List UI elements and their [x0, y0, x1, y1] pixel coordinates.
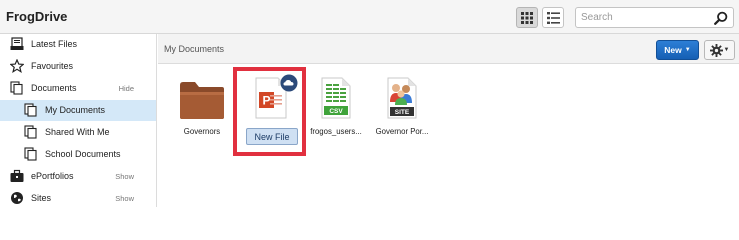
search-input[interactable] [581, 10, 711, 25]
grid-icon [521, 11, 533, 24]
sidebar-item-favourites[interactable]: Favourites [0, 56, 156, 77]
star-icon [10, 59, 24, 73]
globe-icon [11, 192, 23, 204]
sidebar-item-my-documents[interactable]: My Documents [0, 100, 156, 121]
sidebar-item-label: My Documents [45, 105, 106, 115]
list-view-button[interactable] [542, 7, 564, 28]
site-file-icon: SITE [387, 77, 417, 119]
show-sites-link[interactable]: Show [115, 194, 134, 203]
chevron-down-icon: ▼ [684, 47, 691, 53]
app-title: FrogDrive [6, 9, 68, 24]
briefcase-icon [10, 169, 24, 182]
folder-icon [180, 82, 224, 119]
new-button-label: New [664, 45, 682, 55]
file-tile-label: Governors [183, 127, 221, 136]
hide-documents-link[interactable]: Hide [119, 84, 134, 93]
chevron-down-icon: ▼ [723, 47, 730, 53]
list-icon [546, 11, 560, 24]
sidebar-item-label: Latest Files [31, 39, 78, 49]
highlight-box [233, 67, 306, 156]
file-tile-governors[interactable]: Governors [167, 64, 237, 156]
file-tile-label: frogos_users... [310, 127, 362, 136]
sidebar-item-school-documents[interactable]: School Documents [0, 144, 156, 165]
documents-icon [10, 81, 23, 95]
csv-badge: CSV [329, 108, 343, 115]
sidebar-item-label: ePortfolios [31, 171, 74, 181]
file-tile-label: Governor Por... [375, 127, 429, 136]
new-button[interactable]: New ▼ [656, 40, 699, 60]
sidebar-item-label: Favourites [31, 61, 74, 71]
document-icon [24, 103, 37, 117]
search-icon[interactable] [714, 11, 728, 25]
sidebar-item-latest-files[interactable]: Latest Files [0, 34, 156, 55]
document-icon [24, 125, 37, 139]
sidebar-item-sites[interactable]: Sites Show [0, 188, 156, 209]
latest-files-icon [10, 37, 24, 50]
location-toolbar: My Documents New ▼ ▼ [158, 34, 739, 64]
sidebar-item-eportfolios[interactable]: ePortfolios Show [0, 166, 156, 187]
gear-icon [709, 43, 723, 57]
settings-menu-button[interactable]: ▼ [704, 40, 735, 60]
search-box[interactable] [575, 7, 734, 28]
grid-view-button[interactable] [516, 7, 538, 28]
sidebar-item-documents[interactable]: Documents Hide [0, 78, 156, 99]
show-eportfolios-link[interactable]: Show [115, 172, 134, 181]
site-badge: SITE [395, 109, 410, 116]
sidebar-item-shared-with-me[interactable]: Shared With Me [0, 122, 156, 143]
app-header: FrogDrive [0, 0, 739, 34]
current-location: My Documents [164, 44, 225, 54]
sidebar: Latest Files Favourites Documents Hide M… [0, 34, 157, 207]
file-tile-governor-portal[interactable]: SITE Governor Por... [367, 64, 437, 156]
csv-file-icon: CSV [321, 77, 351, 119]
sidebar-item-label: School Documents [45, 149, 121, 159]
document-icon [24, 147, 37, 161]
file-tile-frogos-users[interactable]: CSV frogos_users... [301, 64, 371, 156]
sidebar-item-label: Shared With Me [45, 127, 110, 137]
sidebar-item-label: Sites [31, 193, 52, 203]
sidebar-item-label: Documents [31, 83, 77, 93]
